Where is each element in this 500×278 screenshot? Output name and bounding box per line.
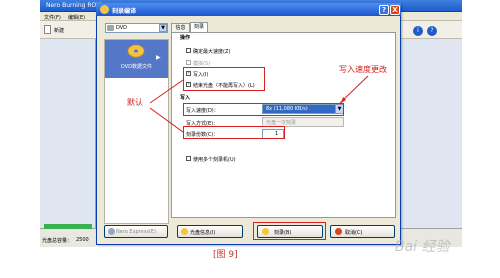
multi-recorder-label: 使用多个刻录机(U) — [193, 157, 236, 163]
nero-express-icon — [108, 228, 115, 235]
max-speed-checkbox[interactable] — [186, 48, 191, 53]
max-speed-label: 确定最大速度(Z) — [193, 49, 231, 55]
simulate-checkbox[interactable] — [186, 60, 191, 65]
cancel-label: 取消(C) — [345, 230, 363, 236]
info-icon[interactable]: i — [413, 26, 423, 36]
annotation-speed-change: 写入速度更改 — [339, 65, 387, 74]
multi-recorder-checkbox[interactable] — [186, 156, 191, 161]
watermark-logo: Bai 经验 — [395, 239, 450, 255]
dialog-close-button[interactable]: X — [390, 5, 400, 15]
chevron-down-icon[interactable]: ▼ — [159, 24, 167, 32]
help-icon[interactable]: ? — [427, 26, 437, 36]
drive-value: DVD — [116, 25, 128, 31]
cancel-icon — [335, 228, 342, 235]
operations-heading: 操作 — [180, 35, 191, 41]
capacity-bar — [44, 224, 92, 229]
task-item-label: DVD数据文件 — [120, 64, 153, 70]
disc-info-label: 光盘信息(I) — [190, 230, 216, 236]
disc-icon — [100, 5, 109, 14]
chevron-right-icon: ▶ — [156, 54, 161, 61]
dialog-help-button[interactable]: ? — [379, 5, 389, 15]
annotation-box-options — [183, 67, 265, 91]
nero-express-label: Nero Express(E) — [116, 229, 156, 235]
dialog-titlebar[interactable] — [96, 3, 401, 16]
app-left-panel — [40, 39, 96, 247]
app-right-panel: i ? — [400, 26, 462, 247]
annotation-default: 默认 — [127, 98, 143, 107]
annotation-box-burn-button — [253, 222, 326, 240]
capacity-value: 2500 — [76, 237, 89, 243]
annotation-box-speed — [183, 103, 344, 116]
new-button[interactable]: 新建 — [54, 27, 64, 34]
capacity-label: 光盘总容量： — [42, 238, 73, 244]
app-title: Nero Burning ROM — [46, 2, 102, 9]
disc-icon — [181, 228, 188, 235]
tab-info[interactable]: 信息 — [171, 23, 190, 32]
tab-burn[interactable]: 刻录 — [190, 22, 208, 32]
write-heading: 写入 — [180, 95, 191, 101]
write-method-value: 光盘一次刻录 — [266, 120, 297, 126]
simulate-label: 模拟(S) — [193, 61, 211, 67]
dialog-title: 刻录编译 — [112, 8, 137, 15]
status-bar: 光盘总容量： 2500 — [40, 228, 96, 247]
drive-icon — [107, 25, 114, 31]
dvd-disc-icon — [127, 44, 145, 58]
annotation-box-copies — [183, 126, 285, 139]
figure-caption: [图 9] — [213, 250, 238, 260]
menu-file[interactable]: 文件(F) — [44, 14, 61, 21]
new-file-icon — [44, 25, 51, 34]
menu-edit[interactable]: 编辑(E) — [68, 14, 85, 21]
